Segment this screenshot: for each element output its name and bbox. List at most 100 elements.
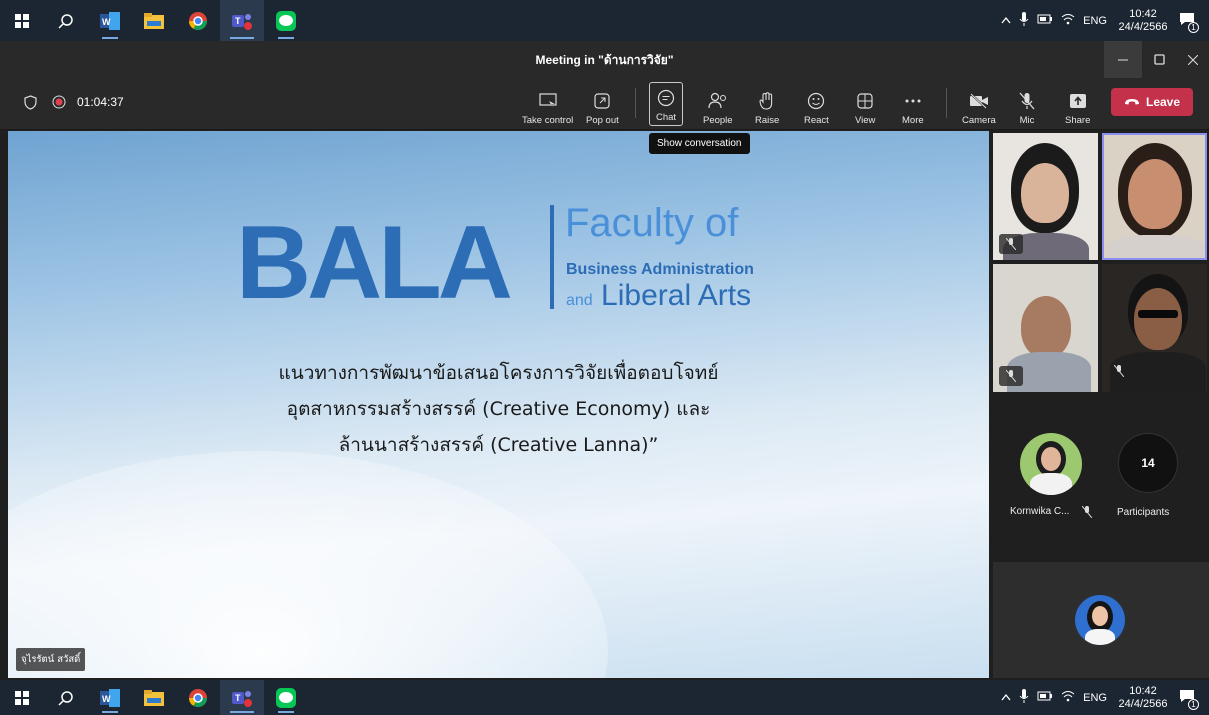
participant-face <box>1128 159 1182 229</box>
search-icon[interactable] <box>44 0 88 41</box>
presenter-name: จุไรรัตน์ สวัสดิ์ <box>16 648 86 671</box>
wifi-icon[interactable] <box>1061 690 1075 705</box>
close-button[interactable] <box>1174 41 1209 78</box>
logo-faculty-text: Faculty of <box>565 201 739 245</box>
slide-text-line-2: อุตสาหกรรมสร้างสรรค์ (Creative Economy) … <box>286 398 711 420</box>
wifi-icon[interactable] <box>1061 13 1075 28</box>
more-button[interactable]: More <box>902 82 924 126</box>
react-label: React <box>804 115 829 126</box>
mic-muted-icon <box>999 366 1023 386</box>
notification-count: 1 <box>1188 699 1199 710</box>
react-button[interactable]: React <box>804 82 829 126</box>
participant-video-tile[interactable] <box>1102 264 1207 392</box>
pop-out-label: Pop out <box>586 115 619 126</box>
microphone-icon[interactable] <box>1019 12 1029 29</box>
take-control-button[interactable]: Take control <box>522 82 573 126</box>
battery-icon[interactable] <box>1037 691 1053 704</box>
participant-body <box>1108 235 1204 258</box>
file-explorer-icon[interactable] <box>132 680 176 715</box>
glasses <box>1138 310 1178 318</box>
taskbar-bottom: W T ENG 10:42 24/4/2566 1 <box>0 680 1209 715</box>
search-icon[interactable] <box>44 680 88 715</box>
mic-label: Mic <box>1019 115 1035 126</box>
file-explorer-icon[interactable] <box>132 0 176 41</box>
participant-face <box>1021 163 1069 223</box>
line-icon[interactable] <box>264 0 308 41</box>
language-indicator[interactable]: ENG <box>1083 15 1107 27</box>
notification-icon[interactable]: 1 <box>1179 11 1199 33</box>
microphone-icon[interactable] <box>1019 689 1029 706</box>
mic-muted-icon <box>1081 505 1093 523</box>
logo-business-text: Business Administration <box>566 261 754 278</box>
participant-count-button[interactable]: 14 <box>1118 433 1178 493</box>
chat-icon <box>657 87 675 109</box>
mic-muted-icon <box>999 234 1023 254</box>
line-icon[interactable] <box>264 680 308 715</box>
windows-start-icon[interactable] <box>0 0 44 41</box>
pop-out-button[interactable]: Pop out <box>586 82 619 126</box>
mic-off-icon <box>1019 90 1035 112</box>
battery-icon[interactable] <box>1037 14 1053 27</box>
word-icon[interactable]: W <box>88 680 132 715</box>
chevron-up-icon[interactable] <box>1001 692 1011 704</box>
shared-screen: BALA Faculty of Business Administration … <box>8 131 989 678</box>
svg-text:T: T <box>235 16 241 26</box>
maximize-button[interactable] <box>1140 41 1178 78</box>
share-button[interactable]: Share <box>1065 82 1090 126</box>
clock[interactable]: 10:42 24/4/2566 <box>1115 8 1171 34</box>
grid-view-icon <box>857 90 873 112</box>
participant-tile[interactable] <box>993 562 1209 678</box>
system-tray: ENG 10:42 24/4/2566 1 <box>1001 0 1209 41</box>
teams-icon[interactable]: T <box>220 0 264 41</box>
system-tray: ENG 10:42 24/4/2566 1 <box>1001 680 1209 715</box>
logo-divider <box>550 205 554 309</box>
participant-video-tile[interactable] <box>993 264 1098 392</box>
word-icon[interactable]: W <box>88 0 132 41</box>
mic-button[interactable]: Mic <box>1019 82 1035 126</box>
chat-button[interactable]: Chat <box>649 82 684 126</box>
language-indicator[interactable]: ENG <box>1083 692 1107 704</box>
svg-text:T: T <box>235 693 241 703</box>
raise-label: Raise <box>755 115 780 126</box>
logo-and-text: and <box>566 292 593 309</box>
avatar-body <box>1085 629 1115 645</box>
minimize-button[interactable] <box>1104 41 1142 78</box>
raise-hand-button[interactable]: Raise <box>755 82 779 126</box>
notification-count: 1 <box>1188 22 1199 33</box>
active-speaker-tile[interactable] <box>1102 133 1207 260</box>
chrome-icon[interactable] <box>176 680 220 715</box>
chrome-icon[interactable] <box>176 0 220 41</box>
teams-icon[interactable]: T <box>220 680 264 715</box>
shield-icon[interactable] <box>24 95 37 115</box>
share-label: Share <box>1065 115 1091 126</box>
pop-out-icon <box>594 90 610 112</box>
people-label: People <box>703 115 733 126</box>
logo-liberal-text: Liberal Arts <box>601 279 752 312</box>
windows-start-icon[interactable] <box>0 680 44 715</box>
leave-button[interactable]: Leave <box>1111 88 1193 116</box>
view-button[interactable]: View <box>855 82 875 126</box>
clock-date: 24/4/2566 <box>1118 697 1168 710</box>
participant-video-tile[interactable] <box>993 133 1098 260</box>
recording-icon <box>52 95 66 114</box>
clock-time: 10:42 <box>1129 7 1157 20</box>
participants-label: Participants <box>1117 507 1170 518</box>
chevron-up-icon[interactable] <box>1001 15 1011 27</box>
participant-avatar <box>1075 595 1125 645</box>
avatar-face <box>1092 606 1108 626</box>
tooltip: Show conversation <box>649 133 750 154</box>
people-button[interactable]: People <box>703 82 733 126</box>
meeting-toolbar: 01:04:37 Take control Pop out Chat Peopl… <box>0 78 1209 130</box>
chat-label: Chat <box>656 112 677 123</box>
leave-label: Leave <box>1145 95 1181 109</box>
window-title: Meeting in "ด้านการวิจัย" <box>535 53 674 67</box>
notification-icon[interactable]: 1 <box>1179 688 1199 710</box>
camera-button[interactable]: Camera <box>962 82 996 126</box>
camera-label: Camera <box>962 115 996 126</box>
camera-off-icon <box>969 90 989 112</box>
participant-face <box>1134 288 1182 350</box>
participant-avatar[interactable] <box>1020 433 1082 495</box>
svg-text:W: W <box>102 17 111 27</box>
clock[interactable]: 10:42 24/4/2566 <box>1115 685 1171 711</box>
bala-logo: BALA <box>236 205 513 321</box>
